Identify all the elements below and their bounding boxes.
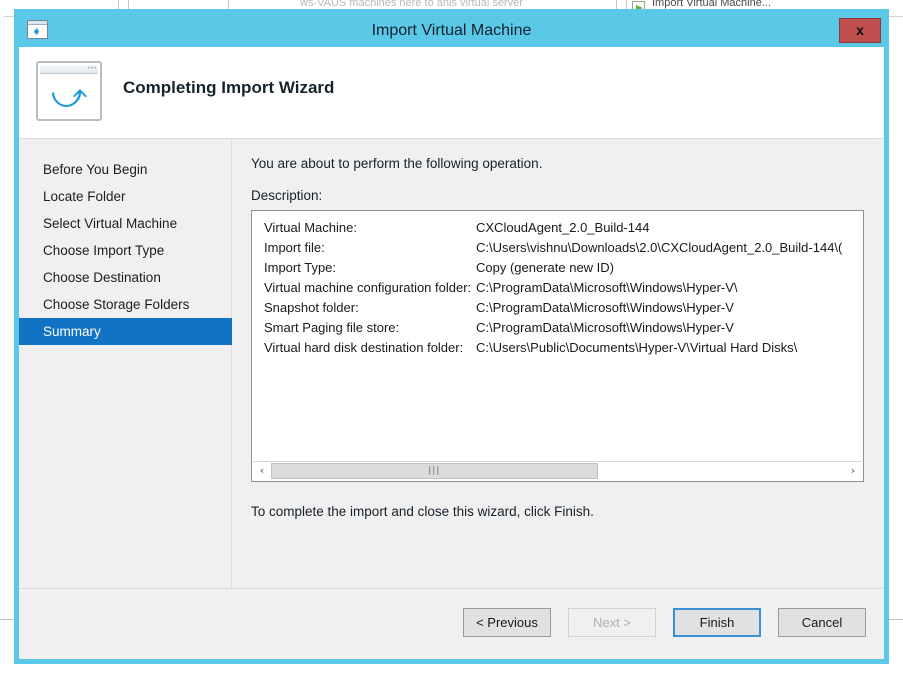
horizontal-scrollbar[interactable]: ‹ ||| › xyxy=(253,461,862,480)
row-value: Copy (generate new ID) xyxy=(476,260,615,275)
row-value: CXCloudAgent_2.0_Build-144 xyxy=(476,220,650,235)
close-button[interactable]: x xyxy=(839,18,881,43)
sidebar-item-locate-folder[interactable]: Locate Folder xyxy=(19,183,231,210)
table-row: Smart Paging file store: C:\ProgramData\… xyxy=(252,318,863,338)
sidebar-item-choose-destination[interactable]: Choose Destination xyxy=(19,264,231,291)
row-key: Smart Paging file store: xyxy=(264,320,400,335)
table-row: Virtual hard disk destination folder: C:… xyxy=(252,338,863,358)
row-value: C:\ProgramData\Microsoft\Windows\Hyper-V… xyxy=(476,280,738,295)
description-rows: Virtual Machine: CXCloudAgent_2.0_Build-… xyxy=(252,218,863,358)
scrollbar-track[interactable]: ||| xyxy=(271,462,844,480)
scrollbar-grip-icon: ||| xyxy=(428,466,441,476)
table-row: Import Type: Copy (generate new ID) xyxy=(252,258,863,278)
dialog-titlebar: ➧ Import Virtual Machine x xyxy=(19,14,884,47)
table-row: Snapshot folder: C:\ProgramData\Microsof… xyxy=(252,298,863,318)
wizard-body: Before You Begin Locate Folder Select Vi… xyxy=(19,139,884,588)
import-virtual-machine-dialog: ➧ Import Virtual Machine x ••• ⤻ Complet… xyxy=(14,9,889,664)
wizard-steps-sidebar: Before You Begin Locate Folder Select Vi… xyxy=(19,139,232,588)
wizard-content: You are about to perform the following o… xyxy=(232,139,884,588)
footer-button-row: < Previous Next > Finish Cancel xyxy=(463,608,866,637)
sidebar-item-summary[interactable]: Summary xyxy=(19,318,232,345)
wizard-window-arrow-icon: ••• ⤻ xyxy=(36,61,102,121)
sidebar-item-select-virtual-machine[interactable]: Select Virtual Machine xyxy=(19,210,231,237)
background-menu-item[interactable]: Import Virtual Machine... xyxy=(652,0,771,9)
description-listbox[interactable]: Virtual Machine: CXCloudAgent_2.0_Build-… xyxy=(251,210,864,482)
sidebar-item-before-you-begin[interactable]: Before You Begin xyxy=(19,156,231,183)
scrollbar-thumb[interactable]: ||| xyxy=(271,463,598,479)
row-value: C:\ProgramData\Microsoft\Windows\Hyper-V xyxy=(476,300,734,315)
sidebar-item-choose-import-type[interactable]: Choose Import Type xyxy=(19,237,231,264)
table-row: Import file: C:\Users\vishnu\Downloads\2… xyxy=(252,238,863,258)
table-row: Virtual machine configuration folder: C:… xyxy=(252,278,863,298)
row-key: Virtual Machine: xyxy=(264,220,357,235)
closing-instruction-text: To complete the import and close this wi… xyxy=(251,504,594,519)
background-left-pane xyxy=(0,16,4,679)
page-title: Completing Import Wizard xyxy=(123,78,335,97)
row-key: Snapshot folder: xyxy=(264,300,359,315)
row-value: C:\ProgramData\Microsoft\Windows\Hyper-V xyxy=(476,320,734,335)
wizard-icon-dots: ••• xyxy=(87,66,97,72)
row-key: Virtual machine configuration folder: xyxy=(264,280,472,295)
row-key: Virtual hard disk destination folder: xyxy=(264,340,464,355)
description-label: Description: xyxy=(251,188,323,203)
screen: ws-VAUS macnines nere to anis virtual se… xyxy=(0,0,903,679)
next-button: Next > xyxy=(568,608,656,637)
row-key: Import file: xyxy=(264,240,325,255)
finish-button[interactable]: Finish xyxy=(673,608,761,637)
previous-button[interactable]: < Previous xyxy=(463,608,551,637)
operation-lead-text: You are about to perform the following o… xyxy=(251,156,543,171)
row-value: C:\Users\Public\Documents\Hyper-V\Virtua… xyxy=(476,340,798,355)
scroll-left-arrow-icon[interactable]: ‹ xyxy=(253,462,271,480)
background-bottom-rule xyxy=(0,619,14,620)
scroll-right-arrow-icon[interactable]: › xyxy=(844,462,862,480)
wizard-icon-arrow: ⤻ xyxy=(50,76,88,116)
cancel-button[interactable]: Cancel xyxy=(778,608,866,637)
wizard-header: ••• ⤻ Completing Import Wizard xyxy=(19,47,884,139)
dialog-title: Import Virtual Machine xyxy=(371,22,532,39)
background-right-rule xyxy=(889,619,903,620)
sidebar-item-choose-storage-folders[interactable]: Choose Storage Folders xyxy=(19,291,231,318)
background-status-text: ws-VAUS macnines nere to anis virtual se… xyxy=(300,0,523,9)
row-value: C:\Users\vishnu\Downloads\2.0\CXCloudAge… xyxy=(476,240,843,255)
dialog-footer: < Previous Next > Finish Cancel xyxy=(19,588,884,659)
row-key: Import Type: xyxy=(264,260,337,275)
table-row: Virtual Machine: CXCloudAgent_2.0_Build-… xyxy=(252,218,863,238)
